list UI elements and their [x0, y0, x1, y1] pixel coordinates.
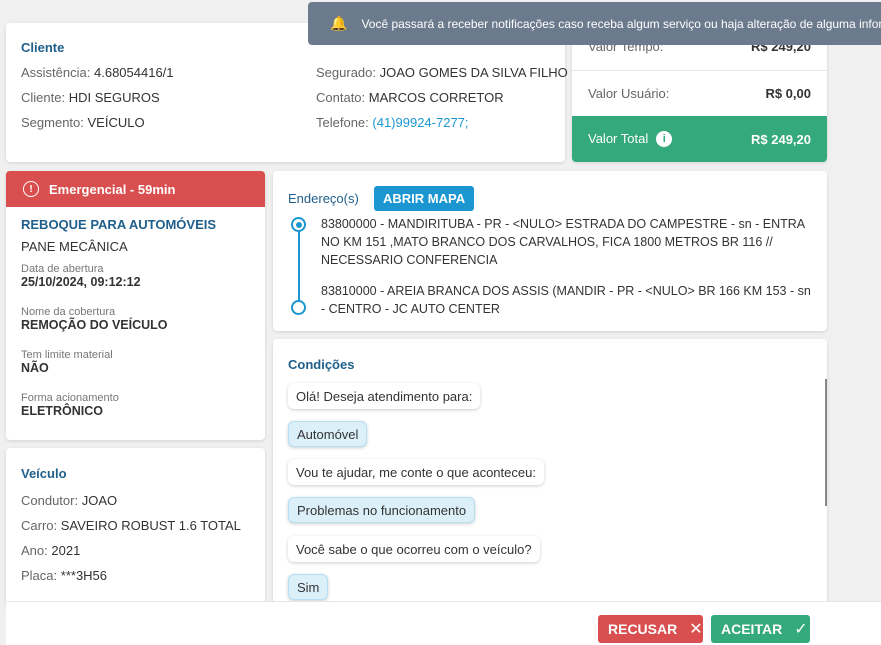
alert-icon: ! — [23, 181, 39, 197]
info-icon[interactable]: i — [656, 131, 673, 148]
valor-total-row: Valor Total i R$ 249,20 — [572, 116, 827, 162]
cliente: Cliente: HDI SEGUROS — [21, 90, 160, 105]
origin-marker-icon — [291, 217, 306, 232]
address-card: Endereço(s) ABRIR MAPA 83800000 - MANDIR… — [273, 171, 827, 331]
emergency-badge: ! Emergencial - 59min — [6, 171, 265, 207]
assistencia: Assistência: 4.68054416/1 — [21, 65, 174, 80]
conditions-title: Condições — [288, 357, 355, 372]
client-title: Cliente — [21, 40, 65, 55]
service-problem: PANE MECÂNICA — [21, 239, 128, 254]
valor-usuario-row: Valor Usuário: R$ 0,00 — [572, 70, 827, 116]
route-line — [297, 231, 300, 301]
coverage-name: REMOÇÃO DO VEÍCULO — [21, 318, 168, 332]
trigger-form: ELETRÔNICO — [21, 404, 103, 418]
destination-address: 83810000 - AREIA BRANCA DOS ASSIS (MANDI… — [321, 284, 811, 316]
segmento: Segmento: VEÍCULO — [21, 115, 145, 130]
bell-icon: 🔔 — [330, 15, 348, 31]
telefone: Telefone: (41)99924-7277; — [316, 115, 469, 130]
vehicle-card: Veículo Condutor: JOAO Carro: SAVEIRO RO… — [6, 448, 265, 608]
phone-link[interactable]: (41)99924-7277; — [372, 115, 468, 130]
accept-button[interactable]: ACEITAR ✓ — [711, 615, 810, 643]
contato: Contato: MARCOS CORRETOR — [316, 90, 504, 105]
answer-bubble: Problemas no funcionamento — [288, 497, 476, 523]
refuse-button[interactable]: RECUSAR ✕ — [598, 615, 703, 643]
material-limit: NÃO — [21, 361, 49, 375]
question-bubble: Olá! Deseja atendimento para: — [288, 383, 481, 409]
question-bubble: Você sabe o que ocorreu com o veículo? — [288, 536, 540, 562]
service-type: REBOQUE PARA AUTOMÓVEIS — [21, 217, 217, 232]
address-title: Endereço(s) — [288, 191, 359, 206]
close-icon: ✕ — [689, 621, 703, 638]
open-map-button[interactable]: ABRIR MAPA — [374, 186, 475, 211]
destination-marker-icon — [291, 300, 306, 315]
opening-date: 25/10/2024, 09:12:12 — [21, 275, 141, 289]
conditions-card: Condições Olá! Deseja atendimento para: … — [273, 339, 827, 609]
notification-toast: 🔔 Você passará a receber notificações cas… — [308, 2, 881, 45]
action-footer: RECUSAR ✕ ACEITAR ✓ — [6, 601, 881, 645]
scrollbar[interactable] — [825, 379, 827, 506]
service-card: ! Emergencial - 59min REBOQUE PARA AUTOMÓ… — [6, 171, 265, 440]
origin-address: 83800000 - MANDIRITUBA - PR - <NULO> EST… — [321, 217, 805, 267]
answer-bubble: Automóvel — [288, 421, 368, 447]
toast-text: Você passará a receber notificações caso… — [361, 16, 881, 31]
check-icon: ✓ — [794, 621, 808, 638]
question-bubble: Vou te ajudar, me conte o que aconteceu: — [288, 459, 544, 485]
answer-bubble: Sim — [288, 574, 329, 600]
vehicle-title: Veículo — [21, 466, 67, 481]
segurado: Segurado: JOAO GOMES DA SILVA FILHO — [316, 65, 568, 80]
